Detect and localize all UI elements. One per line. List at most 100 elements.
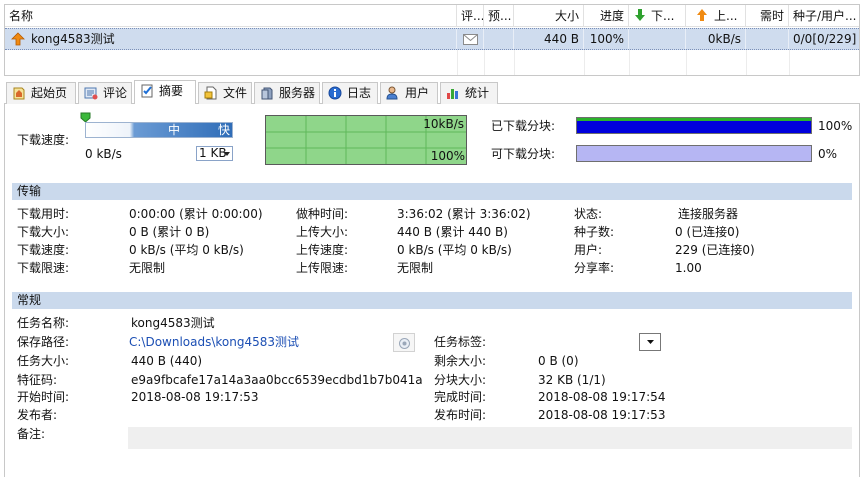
status-label: 状态: xyxy=(574,207,603,221)
server-icon xyxy=(261,87,273,100)
publish-time-value: 2018-08-08 19:17:53 xyxy=(538,408,666,422)
detail-tabbar: 起始页 评论 摘要 文件 服务器 日志 用户 统计 xyxy=(4,80,860,105)
column-header-preview[interactable]: 预... xyxy=(484,5,514,27)
block-size-label: 分块大小: xyxy=(434,373,487,387)
column-header-seeds[interactable]: 种子/用户... xyxy=(789,5,861,27)
download-speed-value: 0 kB/s xyxy=(85,147,122,161)
download-speed-label: 下载速度: xyxy=(17,133,70,147)
seed-time-label: 做种时间: xyxy=(296,207,349,221)
start-time-value: 2018-08-08 19:17:53 xyxy=(131,390,259,404)
slider-mid-label: 中 xyxy=(168,123,181,137)
upload-size-value: 440 B (累计 440 B) xyxy=(397,225,508,239)
task-size-value: 440 B (440) xyxy=(131,354,203,368)
available-blocks-percent: 0% xyxy=(818,147,838,161)
log-info-icon xyxy=(328,86,342,100)
seed-time-value: 3:36:02 (累计 3:36:02) xyxy=(397,207,531,221)
tab-summary[interactable]: 摘要 xyxy=(134,80,196,105)
summary-check-icon xyxy=(141,84,153,98)
preview-cell xyxy=(484,29,514,49)
uploading-status-icon xyxy=(11,32,25,46)
column-header-progress[interactable]: 进度 xyxy=(584,5,629,27)
general-section-header: 常规 xyxy=(12,292,852,309)
graph-max-label: 10kB/s xyxy=(423,117,464,131)
tab-log[interactable]: 日志 xyxy=(322,82,378,104)
publisher-label: 发布者: xyxy=(17,408,58,422)
upload-size-label: 上传大小: xyxy=(296,225,349,239)
eta-cell xyxy=(746,29,789,49)
stats-icon xyxy=(447,89,458,99)
notes-label: 备注: xyxy=(17,427,46,441)
speed-unit-select[interactable]: 1 KB xyxy=(196,146,233,161)
refresh-icon xyxy=(399,338,410,349)
download-limit-value: 无限制 xyxy=(129,261,166,275)
publish-time-label: 发布时间: xyxy=(434,408,487,422)
start-time-label: 开始时间: xyxy=(17,390,70,404)
torrent-list[interactable]: 名称 评... 预... 大小 进度 下... 上... 需时 种子/用户...… xyxy=(4,4,860,76)
upload-rate-value: 0 kB/s (平均 0 kB/s) xyxy=(397,243,512,257)
finish-time-value: 2018-08-08 19:17:54 xyxy=(538,390,666,404)
tab-start-page[interactable]: 起始页 xyxy=(6,82,76,104)
save-path-link[interactable]: C:\Downloads\kong4583测试 xyxy=(129,333,299,351)
download-size-value: 0 B (累计 0 B) xyxy=(129,225,210,239)
tab-servers[interactable]: 服务器 xyxy=(254,82,320,104)
downloaded-blocks-percent: 100% xyxy=(818,119,853,133)
save-path-label: 保存路径: xyxy=(17,335,70,349)
tab-files[interactable]: 文件 xyxy=(198,82,252,104)
open-folder-button[interactable] xyxy=(393,333,415,352)
column-header-download[interactable]: 下... xyxy=(629,5,686,27)
tab-users[interactable]: 用户 xyxy=(380,82,438,104)
status-value: 连接服务器 xyxy=(678,207,739,221)
graph-percent-label: 100% xyxy=(430,149,465,163)
downloaded-blocks-label: 已下载分块: xyxy=(491,119,556,133)
finish-time-label: 完成时间: xyxy=(434,390,487,404)
remaining-size-label: 剩余大小: xyxy=(434,354,487,368)
seeds-peers-cell: 0/0[0/229] xyxy=(793,32,857,46)
tab-stats[interactable]: 统计 xyxy=(440,82,498,104)
seeds-label: 种子数: xyxy=(574,225,615,239)
task-tag-label: 任务标签: xyxy=(434,335,487,349)
download-time-label: 下载用时: xyxy=(17,207,70,221)
downloaded-blocks-bar xyxy=(576,117,812,134)
download-speed-cell xyxy=(629,29,686,49)
ratio-label: 分享率: xyxy=(574,261,615,275)
column-header-rating[interactable]: 评... xyxy=(457,5,484,27)
tab-comments[interactable]: 评论 xyxy=(78,82,132,104)
rating-cell[interactable] xyxy=(457,29,484,49)
torrent-name-cell: kong4583测试 xyxy=(5,29,457,49)
transfer-section-header: 传输 xyxy=(12,183,852,200)
task-name-value: kong4583测试 xyxy=(131,316,215,330)
task-name-label: 任务名称: xyxy=(17,316,70,330)
task-tag-dropdown[interactable] xyxy=(639,333,661,351)
home-icon xyxy=(13,87,25,100)
task-size-label: 任务大小: xyxy=(17,354,70,368)
notes-field[interactable] xyxy=(128,427,852,449)
column-header-upload[interactable]: 上... xyxy=(686,5,746,27)
column-header-name[interactable]: 名称 xyxy=(5,5,457,27)
comment-icon xyxy=(84,87,98,100)
upload-speed-cell: 0kB/s xyxy=(686,29,746,49)
progress-cell: 100% xyxy=(584,29,629,49)
remaining-size-value: 0 B (0) xyxy=(538,354,579,368)
download-limit-label: 下载限速: xyxy=(17,261,70,275)
upload-arrow-icon xyxy=(697,9,707,21)
list-header: 名称 评... 预... 大小 进度 下... 上... 需时 种子/用户... xyxy=(5,5,859,27)
column-header-eta[interactable]: 需时 xyxy=(746,5,789,27)
available-blocks-label: 可下载分块: xyxy=(491,147,556,161)
download-rate-value: 0 kB/s (平均 0 kB/s) xyxy=(129,243,244,257)
chevron-down-icon xyxy=(647,340,654,344)
peers-value: 229 (已连接0) xyxy=(675,243,755,257)
download-size-label: 下载大小: xyxy=(17,225,70,239)
comment-mail-icon xyxy=(463,34,478,45)
speed-graph: 10kB/s 100% xyxy=(265,115,467,165)
hash-label: 特征码: xyxy=(17,373,58,387)
download-speed-slider[interactable]: 中 快 xyxy=(85,122,233,138)
size-cell: 440 B xyxy=(514,29,584,49)
column-header-size[interactable]: 大小 xyxy=(514,5,584,27)
torrent-row[interactable]: kong4583测试 440 B 100% 0kB/s 0/0[0/229] xyxy=(5,28,859,50)
seeds-value: 0 (已连接0) xyxy=(675,225,740,239)
chevron-down-icon xyxy=(224,152,230,156)
hash-value: e9a9fbcafe17a14a3aa0bcc6539ecdbd1b7b041a xyxy=(131,373,423,387)
ratio-value: 1.00 xyxy=(675,261,702,275)
slider-fast-label: 快 xyxy=(218,123,231,137)
upload-limit-label: 上传限速: xyxy=(296,261,349,275)
